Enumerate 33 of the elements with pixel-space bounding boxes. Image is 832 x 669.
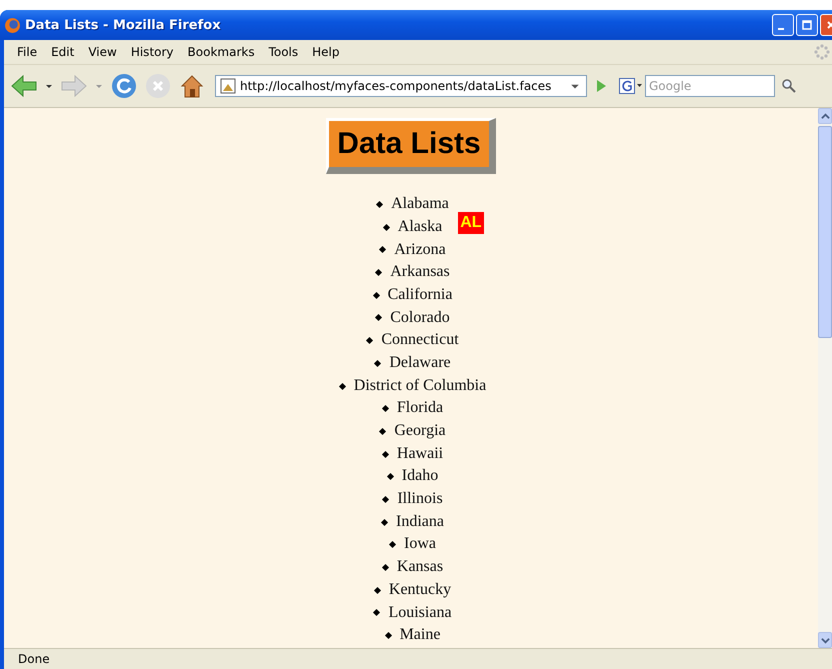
list-item: Delaware [389,352,451,373]
list-item: Indiana [396,512,444,532]
list-item: Illinois [397,489,443,510]
page-heading: Data Lists [326,118,496,174]
tooltip: AL [458,212,484,234]
menu-item[interactable]: Help [305,45,346,59]
list-item: Iowa [404,534,436,554]
list-item: California [388,284,452,305]
list-item: Colorado [390,308,450,328]
menu-item[interactable]: Tools [262,45,306,59]
list-item: Idaho [402,466,438,486]
list-item: Louisiana [388,602,452,623]
window-title: Data Lists - Mozilla Firefox [25,18,222,32]
menu-item[interactable]: History [124,45,181,59]
list-item: Maine [400,625,440,646]
list-item: Kansas [396,557,444,578]
list-item: Alabama [391,194,449,214]
list-item: Connecticut [381,330,459,350]
list-item: Kentucky [388,580,452,600]
list-item: Georgia [394,421,446,442]
list-item: District of Columbia [354,376,486,396]
address-field[interactable]: http://localhost/myfaces-components/dataList.faces [215,75,587,97]
list-item: Hawaii [396,444,444,464]
list-item: Alaska [398,216,442,237]
menu-item[interactable]: Bookmarks [180,45,262,59]
menu-item[interactable]: File [10,45,44,59]
menu-item[interactable]: Edit [44,45,82,59]
status-text: Done [18,652,50,666]
list-item: Florida [396,398,444,418]
list-item: Arkansas [390,262,450,282]
list-item: Arizona [394,240,446,260]
search-field[interactable]: Google [645,75,775,97]
menu-item[interactable]: View [81,45,124,59]
